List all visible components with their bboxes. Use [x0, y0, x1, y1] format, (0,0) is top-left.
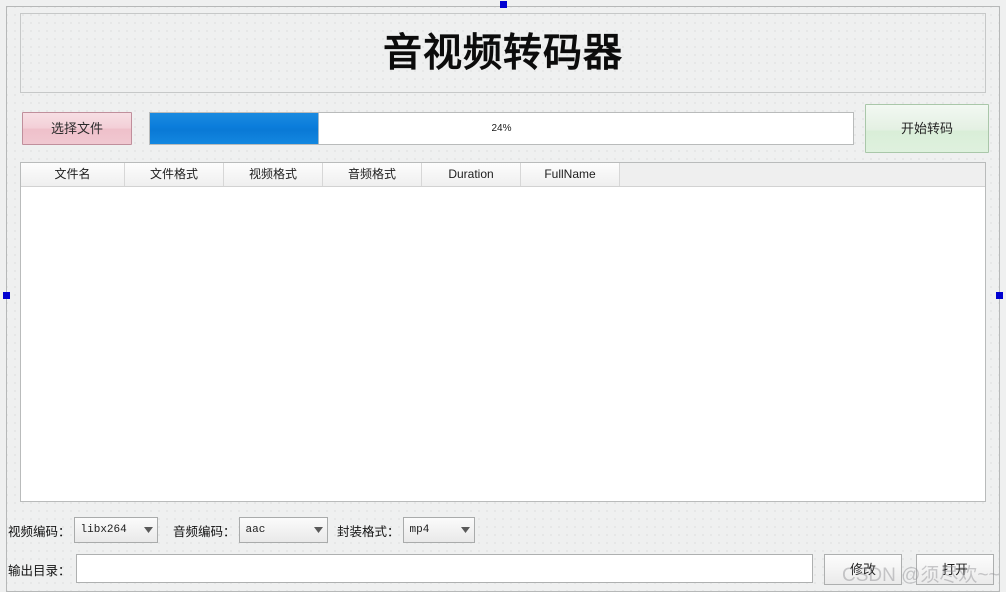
output-directory-row: 输出目录： 修改 打开 [0, 550, 1006, 590]
container-format-label: 封装格式： [337, 524, 400, 539]
video-codec-select[interactable]: libx264 [73, 517, 158, 543]
resize-handle-right[interactable] [996, 292, 1003, 299]
designer-canvas: 音视频转码器 选择文件 24% 开始转码 文件名 文件格式 视频格式 音频格式 … [0, 0, 1006, 592]
chevron-down-icon [140, 518, 157, 542]
container-format-value: mp4 [409, 524, 430, 536]
encoding-options-row: 视频编码： libx264 音频编码： aac 封装格式： mp4 [0, 512, 1006, 548]
modify-button[interactable]: 修改 [824, 554, 902, 585]
start-transcode-button[interactable]: 开始转码 [865, 104, 989, 153]
audio-codec-label: 音频编码： [173, 524, 236, 539]
chevron-down-icon [310, 518, 327, 542]
audio-codec-value: aac [245, 524, 266, 536]
container-format-select[interactable]: mp4 [402, 517, 475, 543]
container-format-group: 封装格式： mp4 [337, 512, 475, 548]
title-panel: 音视频转码器 [20, 13, 986, 93]
progress-percent-label: 24% [491, 123, 512, 134]
table-header-row: 文件名 文件格式 视频格式 音频格式 Duration FullName [21, 163, 985, 187]
page-title: 音视频转码器 [382, 31, 623, 75]
audio-codec-select[interactable]: aac [238, 517, 328, 543]
chevron-down-icon [457, 518, 474, 542]
resize-handle-top[interactable] [500, 1, 507, 8]
resize-handle-left[interactable] [3, 292, 10, 299]
column-header-filler [620, 163, 985, 186]
output-directory-input[interactable] [76, 554, 813, 583]
video-codec-group: 视频编码： libx264 [8, 512, 158, 548]
transcode-progress-bar: 24% [149, 112, 854, 145]
video-codec-value: libx264 [80, 524, 127, 536]
column-header-filename[interactable]: 文件名 [21, 163, 125, 186]
column-header-videoformat[interactable]: 视频格式 [224, 163, 323, 186]
column-header-fullname[interactable]: FullName [521, 163, 620, 186]
file-list-table[interactable]: 文件名 文件格式 视频格式 音频格式 Duration FullName [20, 162, 986, 502]
column-header-audioformat[interactable]: 音频格式 [323, 163, 422, 186]
column-header-fileformat[interactable]: 文件格式 [125, 163, 224, 186]
output-directory-label: 输出目录： [8, 564, 71, 578]
open-button[interactable]: 打开 [916, 554, 994, 585]
video-codec-label: 视频编码： [8, 524, 71, 539]
column-header-duration[interactable]: Duration [422, 163, 521, 186]
select-file-button[interactable]: 选择文件 [22, 112, 132, 145]
table-body[interactable] [21, 187, 985, 501]
audio-codec-group: 音频编码： aac [173, 512, 328, 548]
